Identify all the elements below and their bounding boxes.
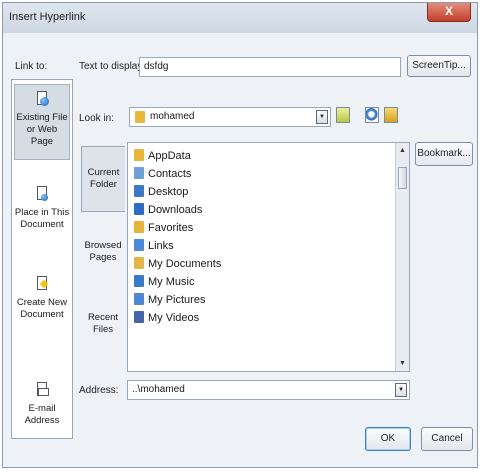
places-bar: Current Folder Browsed Pages Recent File… bbox=[79, 142, 127, 372]
email-icon bbox=[35, 382, 49, 400]
screentip-button[interactable]: ScreenTip... bbox=[407, 55, 471, 77]
link-to-place-in-document-label: Place in This Document bbox=[14, 207, 70, 230]
list-item[interactable]: My Videos bbox=[134, 309, 199, 327]
list-item[interactable]: Desktop bbox=[134, 183, 188, 201]
chevron-down-icon[interactable]: ▼ bbox=[316, 110, 328, 124]
list-item[interactable]: Downloads bbox=[134, 201, 202, 219]
link-to-bar: Existing File or Web Page Place in This … bbox=[11, 79, 73, 439]
link-to-email-address-label: E-mail Address bbox=[24, 403, 60, 426]
look-in-select[interactable]: mohamed ▼ bbox=[129, 107, 331, 127]
list-item[interactable]: My Documents bbox=[134, 255, 221, 273]
up-folder-icon[interactable] bbox=[336, 107, 350, 123]
link-to-label: Link to: bbox=[15, 61, 48, 72]
folder-icon bbox=[134, 149, 144, 161]
text-to-display-input[interactable]: dsfdg bbox=[139, 57, 401, 77]
list-item[interactable]: Links bbox=[134, 237, 174, 255]
videos-folder-icon bbox=[134, 311, 144, 323]
browsed-pages-label: Browsed Pages bbox=[84, 240, 122, 263]
file-list-scrollbar[interactable]: ▲ ▼ bbox=[395, 143, 409, 371]
pictures-folder-icon bbox=[134, 293, 144, 305]
list-item[interactable]: My Pictures bbox=[134, 291, 205, 309]
web-page-icon bbox=[35, 91, 49, 109]
links-folder-icon bbox=[134, 239, 144, 251]
close-button[interactable]: X bbox=[427, 3, 471, 22]
ok-button[interactable]: OK bbox=[365, 427, 411, 451]
music-folder-icon bbox=[134, 275, 144, 287]
browsed-pages-button[interactable]: Browsed Pages bbox=[81, 220, 125, 284]
address-label: Address: bbox=[79, 385, 119, 396]
title-bar: Insert Hyperlink X bbox=[3, 3, 477, 33]
insert-hyperlink-dialog: Insert Hyperlink X Link to: Existing Fil… bbox=[2, 2, 478, 468]
folder-icon bbox=[135, 111, 145, 123]
recent-files-button[interactable]: Recent Files bbox=[81, 292, 125, 356]
link-to-existing-file[interactable]: Existing File or Web Page bbox=[14, 84, 70, 160]
link-to-create-new-document-label: Create New Document bbox=[16, 297, 68, 320]
link-to-place-in-document[interactable]: Place in This Document bbox=[14, 180, 70, 250]
current-folder-button[interactable]: Current Folder bbox=[81, 146, 125, 212]
documents-folder-icon bbox=[134, 257, 144, 269]
link-to-email-address[interactable]: E-mail Address bbox=[14, 376, 70, 432]
favorites-folder-icon bbox=[134, 221, 144, 233]
chevron-down-icon[interactable]: ▼ bbox=[395, 383, 407, 397]
scroll-down-icon[interactable]: ▼ bbox=[399, 360, 406, 367]
link-to-existing-file-label: Existing File or Web Page bbox=[16, 112, 68, 147]
list-item[interactable]: My Music bbox=[134, 273, 194, 291]
document-place-icon bbox=[35, 186, 49, 204]
list-item[interactable]: Favorites bbox=[134, 219, 193, 237]
contacts-folder-icon bbox=[134, 167, 144, 179]
browse-web-icon[interactable] bbox=[365, 107, 379, 123]
downloads-folder-icon bbox=[134, 203, 144, 215]
list-item[interactable]: Contacts bbox=[134, 165, 191, 183]
look-in-label: Look in: bbox=[79, 113, 115, 124]
dialog-title: Insert Hyperlink bbox=[9, 11, 86, 23]
desktop-folder-icon bbox=[134, 185, 144, 197]
text-to-display-label: Text to display: bbox=[79, 61, 146, 72]
recent-files-label: Recent Files bbox=[87, 312, 119, 335]
new-document-icon bbox=[35, 276, 49, 294]
current-folder-label: Current Folder bbox=[87, 167, 120, 190]
file-list[interactable]: AppData Contacts Desktop Downloads Favor… bbox=[127, 142, 410, 372]
scroll-thumb[interactable] bbox=[398, 167, 407, 189]
look-in-value: mohamed bbox=[150, 111, 195, 122]
bookmark-button[interactable]: Bookmark... bbox=[415, 142, 473, 166]
address-input[interactable]: ..\mohamed ▼ bbox=[127, 380, 410, 400]
link-to-create-new-document[interactable]: Create New Document bbox=[14, 270, 70, 340]
scroll-up-icon[interactable]: ▲ bbox=[399, 147, 406, 154]
browse-file-icon[interactable] bbox=[384, 107, 398, 123]
list-item[interactable]: AppData bbox=[134, 147, 191, 165]
address-value: ..\mohamed bbox=[132, 384, 185, 395]
cancel-button[interactable]: Cancel bbox=[421, 427, 473, 451]
text-to-display-value: dsfdg bbox=[144, 61, 169, 72]
